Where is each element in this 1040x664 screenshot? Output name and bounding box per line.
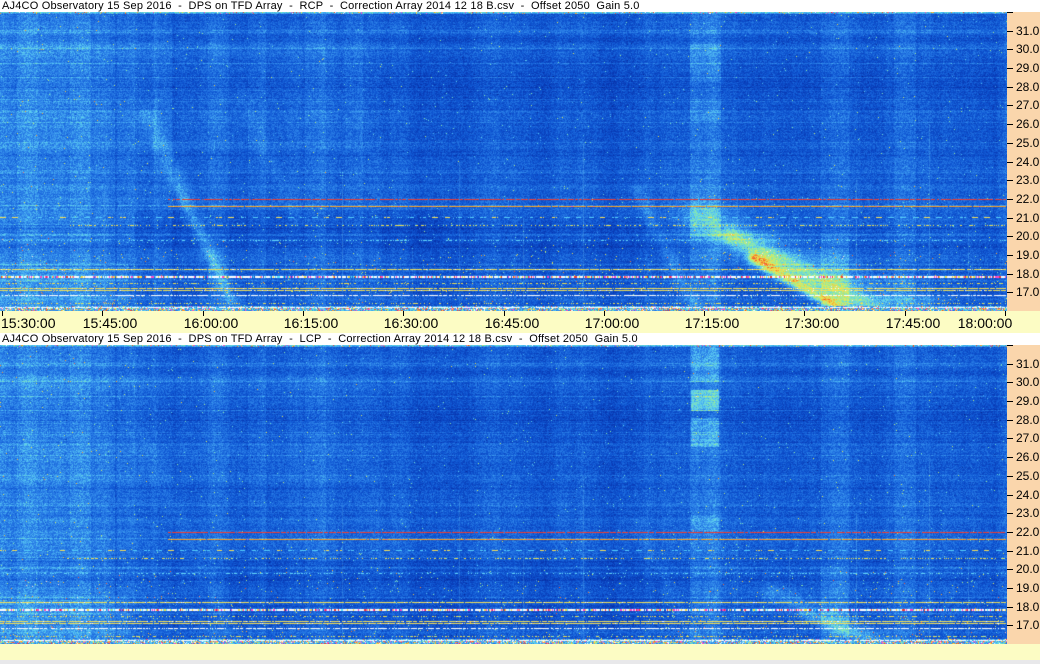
freq-tick-label: 20.0 xyxy=(1016,229,1040,243)
freq-tick-label: 22.0 xyxy=(1016,192,1040,206)
spectrogram-row-lcp: 31.0 30.0 29.0 28.0 27.0 26.0 25.0 24.0 23.0 22.0… xyxy=(0,345,1040,644)
freq-tick-label: 24.0 xyxy=(1016,488,1040,502)
freq-tick xyxy=(1007,180,1013,181)
freq-tick-label: 27.0 xyxy=(1016,431,1040,445)
time-axis-rcp: 15:30:00 15:45:00 16:00:00 16:15:00 16:30:00… xyxy=(0,311,1040,333)
spectrogram-lcp[interactable] xyxy=(0,345,1007,644)
freq-tick-label: 17.0 xyxy=(1016,285,1040,299)
panel-rcp: AJ4CO Observatory 15 Sep 2016 - DPS on T… xyxy=(0,0,1040,333)
freq-tick-label: 20.0 xyxy=(1016,562,1040,576)
freq-tick xyxy=(1007,292,1013,293)
freq-tick-label: 18.0 xyxy=(1016,600,1040,614)
freq-tick xyxy=(1007,218,1013,219)
freq-tick xyxy=(1007,105,1013,106)
freq-tick-label: 29.0 xyxy=(1016,61,1040,75)
freq-tick xyxy=(1007,625,1013,626)
time-tick-label: 15:45:00 xyxy=(82,315,138,331)
freq-tick-label: 26.0 xyxy=(1016,117,1040,131)
freq-tick xyxy=(1007,588,1013,589)
freq-tick-label: 17.0 xyxy=(1016,618,1040,632)
freq-tick-label: 26.0 xyxy=(1016,450,1040,464)
freq-tick-label: 28.0 xyxy=(1016,413,1040,427)
freq-tick xyxy=(1007,87,1013,88)
freq-tick-label: 23.0 xyxy=(1016,173,1040,187)
freq-tick xyxy=(1007,162,1013,163)
freq-tick xyxy=(1007,255,1013,256)
time-tick-label: 16:30:00 xyxy=(383,315,439,331)
time-tick-label: 17:30:00 xyxy=(784,315,840,331)
freq-tick xyxy=(1007,345,1013,346)
freq-tick xyxy=(1007,382,1013,383)
freq-tick xyxy=(1007,12,1013,13)
freq-tick xyxy=(1007,532,1013,533)
freq-tick-label: 23.0 xyxy=(1016,506,1040,520)
time-tick-label: 16:00:00 xyxy=(183,315,239,331)
spectrogram-rcp[interactable] xyxy=(0,12,1007,311)
freq-tick xyxy=(1007,438,1013,439)
freq-tick xyxy=(1007,607,1013,608)
time-tick-label: 16:15:00 xyxy=(283,315,339,331)
freq-tick-label: 21.0 xyxy=(1016,544,1040,558)
frequency-axis-lcp: 31.0 30.0 29.0 28.0 27.0 26.0 25.0 24.0 23.0 22.0… xyxy=(1007,345,1040,644)
freq-tick-label: 24.0 xyxy=(1016,155,1040,169)
freq-tick xyxy=(1007,236,1013,237)
freq-tick-label: 31.0 xyxy=(1016,357,1040,371)
freq-tick-label: 28.0 xyxy=(1016,80,1040,94)
freq-tick xyxy=(1007,143,1013,144)
freq-tick xyxy=(1007,199,1013,200)
time-tick-label: 17:45:00 xyxy=(885,315,941,331)
freq-tick xyxy=(1007,31,1013,32)
panel-title-lcp: AJ4CO Observatory 15 Sep 2016 - DPS on T… xyxy=(0,333,1040,345)
frequency-axis-rcp: 31.0 30.0 29.0 28.0 27.0 26.0 25.0 24.0 23.0 22.0… xyxy=(1007,12,1040,311)
freq-tick xyxy=(1007,495,1013,496)
freq-tick xyxy=(1007,476,1013,477)
freq-tick-label: 25.0 xyxy=(1016,469,1040,483)
freq-tick xyxy=(1007,569,1013,570)
freq-tick-label: 30.0 xyxy=(1016,42,1040,56)
time-tick-label: 15:30:00 xyxy=(1,315,56,331)
freq-tick-label: 30.0 xyxy=(1016,375,1040,389)
freq-tick xyxy=(1007,513,1013,514)
freq-tick xyxy=(1007,401,1013,402)
freq-tick-label: 19.0 xyxy=(1016,248,1040,262)
time-tick-label: 17:15:00 xyxy=(684,315,740,331)
freq-tick xyxy=(1007,457,1013,458)
freq-tick xyxy=(1007,420,1013,421)
panel-title-rcp: AJ4CO Observatory 15 Sep 2016 - DPS on T… xyxy=(0,0,1040,12)
freq-tick-label: 21.0 xyxy=(1016,211,1040,225)
spectrogram-row-rcp: 31.0 30.0 29.0 28.0 27.0 26.0 25.0 24.0 23.0 22.0… xyxy=(0,12,1040,311)
freq-tick xyxy=(1007,551,1013,552)
freq-tick-label: 31.0 xyxy=(1016,24,1040,38)
spectrograph-window: { "ui": { "title_bg": "#FFFFFF", "title_… xyxy=(0,0,1040,664)
freq-tick xyxy=(1007,364,1013,365)
freq-tick-label: 25.0 xyxy=(1016,136,1040,150)
footer-strip xyxy=(0,660,1040,664)
freq-tick xyxy=(1007,124,1013,125)
time-axis-lcp xyxy=(0,644,1040,660)
freq-tick xyxy=(1007,49,1013,50)
panel-lcp: AJ4CO Observatory 15 Sep 2016 - DPS on T… xyxy=(0,333,1040,660)
freq-tick-label: 18.0 xyxy=(1016,267,1040,281)
freq-tick xyxy=(1007,68,1013,69)
freq-tick-label: 29.0 xyxy=(1016,394,1040,408)
time-tick-label: 16:45:00 xyxy=(484,315,540,331)
freq-tick-label: 22.0 xyxy=(1016,525,1040,539)
freq-tick xyxy=(1007,274,1013,275)
freq-tick-label: 27.0 xyxy=(1016,98,1040,112)
time-tick-label: 17:00:00 xyxy=(584,315,640,331)
time-tick-label: 18:00:00 xyxy=(957,315,1013,331)
freq-tick-label: 19.0 xyxy=(1016,581,1040,595)
